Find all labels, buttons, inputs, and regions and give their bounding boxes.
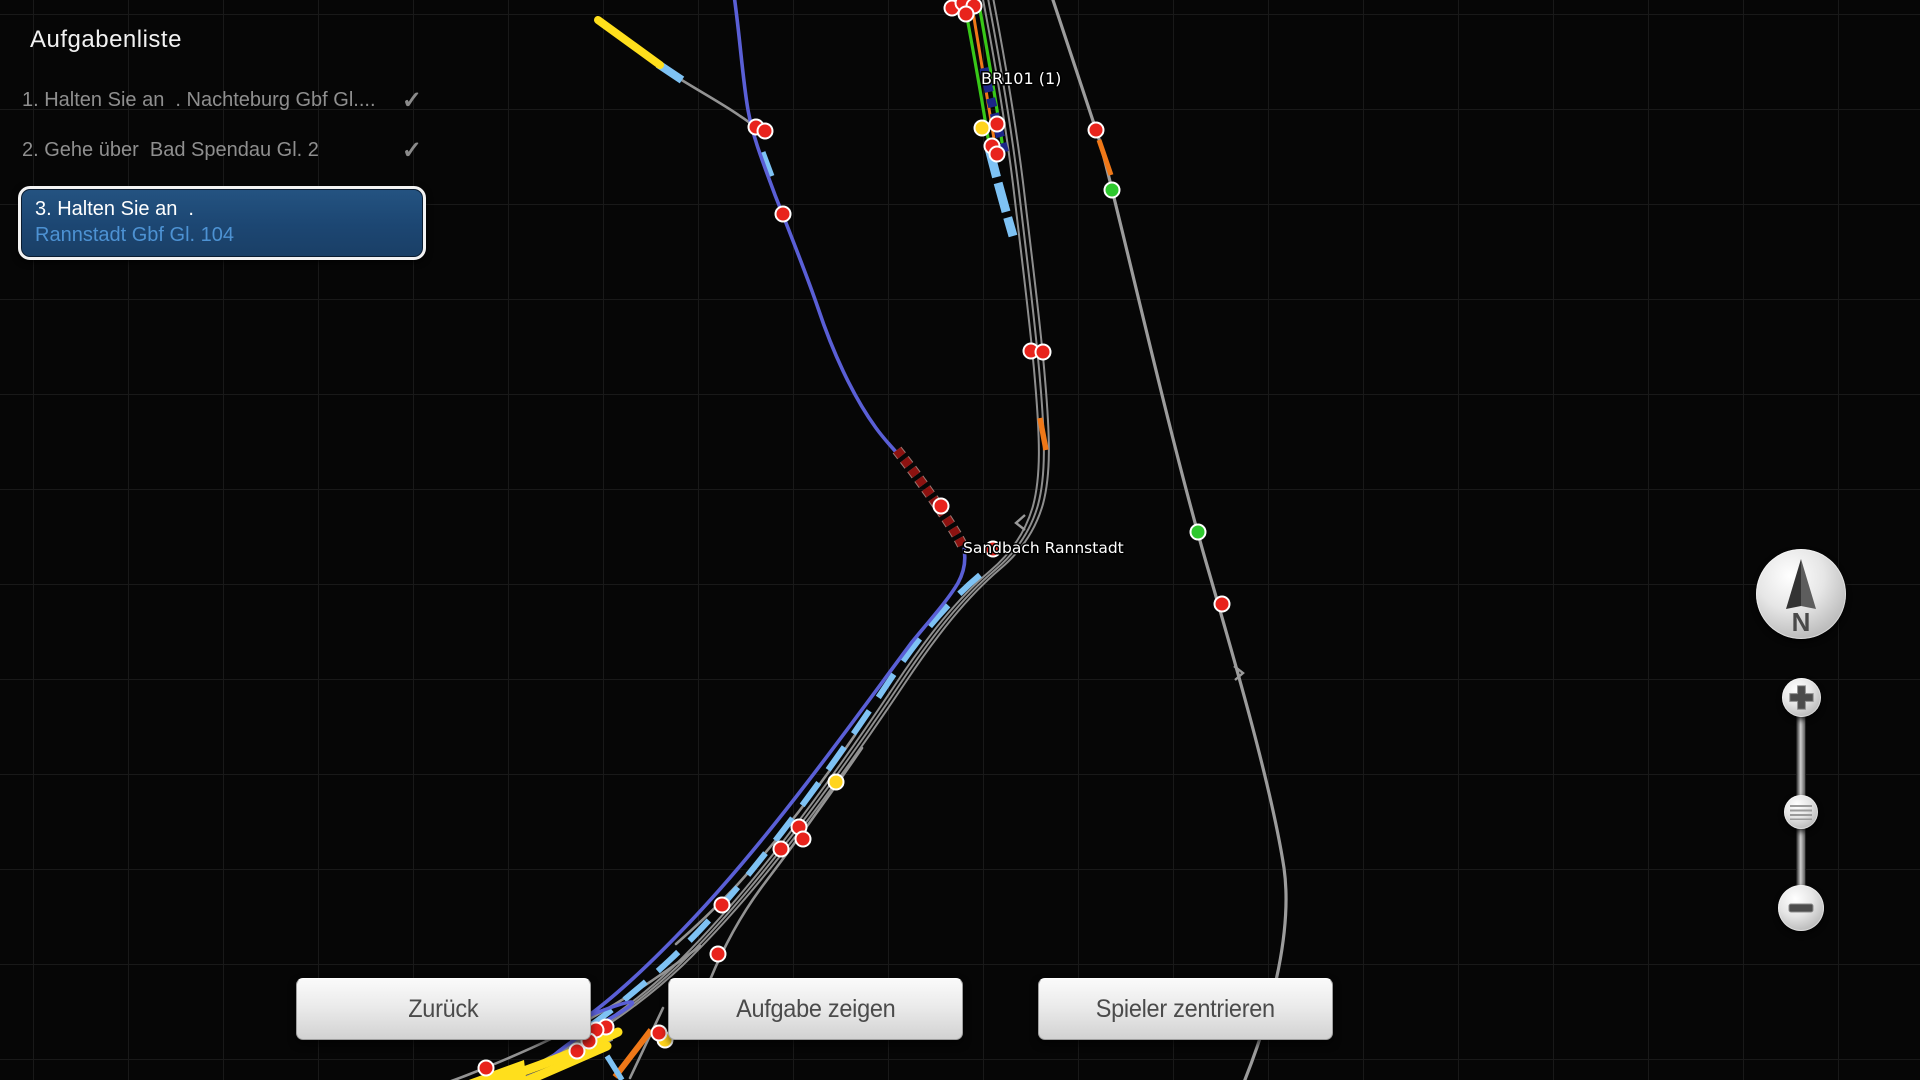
track-highlight-segments <box>570 64 1111 1080</box>
station-label: Sandbach Rannstadt <box>963 539 1124 557</box>
task-item-label: 1. Halten Sie an . Nachteburg Gbf Gl.... <box>22 89 376 112</box>
track-yellow-segments <box>466 20 660 1080</box>
checkmark-icon: ✓ <box>402 136 422 165</box>
show-task-button-label: Aufgabe zeigen <box>736 995 895 1024</box>
show-task-button[interactable]: Aufgabe zeigen <box>668 978 963 1040</box>
train-label: BR101 (1) <box>981 69 1061 88</box>
task-item-label: 2. Gehe über Bad Spendau Gl. 2 <box>22 139 319 162</box>
zoom-slider-handle[interactable] <box>1784 795 1818 829</box>
svg-text:N: N <box>1792 607 1811 637</box>
task-list-title: Aufgabenliste <box>30 26 438 54</box>
center-player-button-label: Spieler zentrieren <box>1096 995 1275 1024</box>
task-item-3-active[interactable]: 3. Halten Sie an . Rannstadt Gbf Gl. 104 <box>18 186 426 260</box>
task-item-2[interactable]: 2. Gehe über Bad Spendau Gl. 2 ✓ <box>22 136 430 165</box>
task-item-label: 3. Halten Sie an . <box>35 196 409 222</box>
zoom-in-button[interactable] <box>1782 678 1821 717</box>
track-purple-route <box>540 0 965 1068</box>
back-button-label: Zurück <box>408 995 478 1024</box>
compass-button[interactable]: N <box>1756 549 1846 639</box>
plus-icon <box>1782 678 1821 717</box>
back-button[interactable]: Zurück <box>296 978 591 1040</box>
north-arrow-icon: N <box>1756 549 1846 639</box>
grip-lines-icon <box>1790 805 1812 820</box>
zoom-out-button[interactable] <box>1778 885 1824 931</box>
track-closed-section <box>897 450 964 549</box>
checkmark-icon: ✓ <box>402 86 422 115</box>
task-list-panel: Aufgabenliste 1. Halten Sie an . Nachteb… <box>18 14 438 260</box>
task-item-1[interactable]: 1. Halten Sie an . Nachteburg Gbf Gl....… <box>22 86 430 115</box>
track-gray-lines <box>386 0 1286 1080</box>
task-item-sublabel: Rannstadt Gbf Gl. 104 <box>35 222 409 248</box>
minus-icon <box>1778 885 1824 931</box>
signal-markers <box>479 0 1230 1076</box>
center-player-button[interactable]: Spieler zentrieren <box>1038 978 1333 1040</box>
